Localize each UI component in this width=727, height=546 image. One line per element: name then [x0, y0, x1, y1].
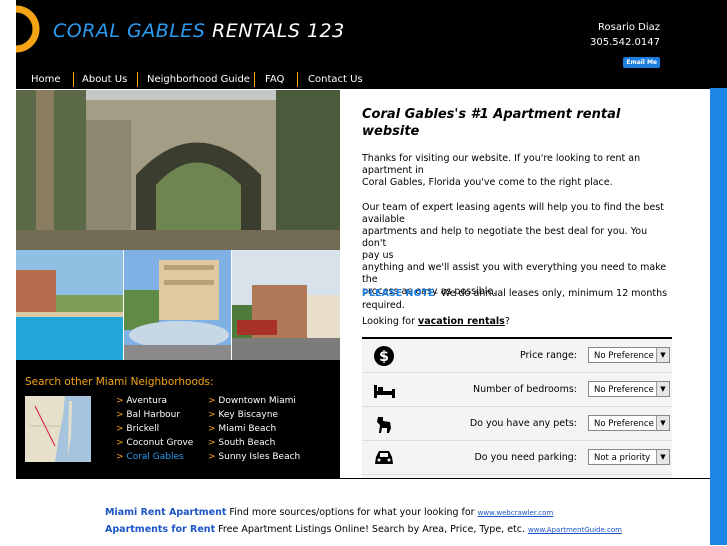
neighborhood-link[interactable]: > Miami Beach: [208, 424, 276, 434]
site-title-part1[interactable]: CORAL GABLES: [53, 20, 205, 42]
email-me-button[interactable]: Email Me: [623, 57, 660, 68]
arrow-icon: >: [116, 410, 124, 420]
car-icon: [372, 447, 396, 469]
neighborhood-link[interactable]: > Coconut Grove: [116, 438, 193, 448]
chevron-down-icon[interactable]: ▼: [656, 416, 669, 430]
sponsored-link-url[interactable]: www.webcrawler.com: [478, 509, 554, 517]
arrow-icon: >: [208, 410, 216, 420]
neighborhood-link[interactable]: > Brickell: [116, 424, 159, 434]
nav-contact-us[interactable]: Contact Us: [299, 70, 372, 89]
sponsored-link-row: Miami Rent Apartment Find more sources/o…: [105, 507, 554, 518]
sponsored-link-title[interactable]: Miami Rent Apartment: [105, 507, 226, 518]
sponsored-link-title[interactable]: Apartments for Rent: [105, 524, 215, 535]
chevron-down-icon[interactable]: ▼: [656, 348, 669, 362]
form-row-parking: Do you need parking: Not a priority ▼: [362, 441, 672, 475]
arrow-icon: >: [208, 424, 216, 434]
apartment-search-form: $ Price range: No Preference ▼ Number of …: [362, 337, 672, 480]
form-row-pets: Do you have any pets: No Preference ▼: [362, 407, 672, 441]
main-nav: Home About Us Neighborhood Guide FAQ Con…: [16, 70, 710, 89]
pets-label: Do you have any pets:: [469, 418, 577, 429]
neighborhood-link[interactable]: > Bal Harbour: [116, 410, 180, 420]
pets-select[interactable]: No Preference ▼: [588, 415, 670, 431]
pool-photo: [16, 250, 123, 360]
fountain-photo: [124, 250, 231, 360]
contact-name: Rosario Diaz: [598, 22, 660, 33]
logo-icon: [16, 0, 46, 60]
nav-faq[interactable]: FAQ: [256, 70, 293, 89]
dollar-icon: $: [372, 345, 396, 367]
arrow-icon: >: [116, 452, 124, 462]
miami-map-thumbnail[interactable]: [25, 396, 91, 462]
street-photo: [232, 250, 340, 360]
site-title[interactable]: CORAL GABLES RENTALS 123: [53, 20, 345, 42]
bedrooms-label: Number of bedrooms:: [473, 384, 577, 395]
neighborhood-link[interactable]: > South Beach: [208, 438, 275, 448]
arrow-icon: >: [208, 438, 216, 448]
site-title-part2[interactable]: RENTALS 123: [212, 20, 345, 42]
sponsored-link-row: Apartments for Rent Free Apartment Listi…: [105, 524, 622, 535]
dog-icon: [372, 413, 396, 435]
intro-paragraph-1: Thanks for visiting our website. If you'…: [362, 153, 641, 188]
arrow-icon: >: [116, 438, 124, 448]
vacation-rentals-link[interactable]: vacation rentals: [418, 316, 505, 327]
nav-neighborhood-guide[interactable]: Neighborhood Guide: [138, 70, 259, 89]
lease-note: PLEASE NOTE- We do annual leases only, m…: [362, 288, 668, 311]
page-container: CORAL GABLES RENTALS 123 Rosario Diaz 30…: [16, 0, 710, 546]
arrow-icon: >: [116, 424, 124, 434]
svg-text:$: $: [379, 349, 389, 365]
neighborhood-link[interactable]: > Downtown Miami: [208, 396, 296, 406]
price-range-label: Price range:: [519, 350, 577, 361]
nav-separator: [297, 72, 298, 87]
neighborhood-link[interactable]: > Key Biscayne: [208, 410, 278, 420]
neighborhood-link[interactable]: > Aventura: [116, 396, 167, 406]
intro-paragraph-2: Our team of expert leasing agents will h…: [362, 202, 667, 297]
arrow-icon: >: [208, 396, 216, 406]
nav-separator: [254, 72, 255, 87]
chevron-down-icon[interactable]: ▼: [656, 382, 669, 396]
neighborhood-link-active[interactable]: > Coral Gables: [116, 452, 184, 462]
coral-gables-archway-photo: [16, 90, 340, 250]
price-range-select[interactable]: No Preference ▼: [588, 347, 670, 363]
sponsored-links: Miami Rent Apartment Find more sources/o…: [16, 478, 710, 546]
neighborhood-link[interactable]: > Sunny Isles Beach: [208, 452, 300, 462]
bed-icon: [372, 379, 396, 401]
neighborhood-search-panel: Search other Miami Neighborhoods: > Aven…: [16, 360, 340, 478]
nav-home[interactable]: Home: [22, 70, 70, 89]
left-margin: [0, 0, 16, 545]
form-row-price: $ Price range: No Preference ▼: [362, 339, 672, 373]
chevron-down-icon[interactable]: ▼: [656, 450, 669, 464]
nav-about-us[interactable]: About Us: [73, 70, 136, 89]
parking-select[interactable]: Not a priority ▼: [588, 449, 670, 465]
arrow-icon: >: [116, 396, 124, 406]
form-row-bedrooms: Number of bedrooms: No Preference ▼: [362, 373, 672, 407]
page-heading: Coral Gables's #1 Apartment rental websi…: [362, 107, 621, 139]
please-note-label: PLEASE NOTE: [362, 288, 435, 299]
contact-info: Rosario Diaz 305.542.0147: [590, 20, 660, 50]
arrow-icon: >: [208, 452, 216, 462]
bedrooms-select[interactable]: No Preference ▼: [588, 381, 670, 397]
contact-phone: 305.542.0147: [590, 37, 660, 48]
neighborhood-search-title: Search other Miami Neighborhoods:: [25, 376, 214, 388]
site-header: CORAL GABLES RENTALS 123 Rosario Diaz 30…: [16, 0, 710, 70]
vacation-rentals-line: Looking for vacation rentals?: [362, 316, 510, 327]
right-sidebar-header: [710, 0, 727, 88]
parking-label: Do you need parking:: [474, 452, 577, 463]
sponsored-link-url[interactable]: www.ApartmentGuide.com: [528, 526, 622, 534]
